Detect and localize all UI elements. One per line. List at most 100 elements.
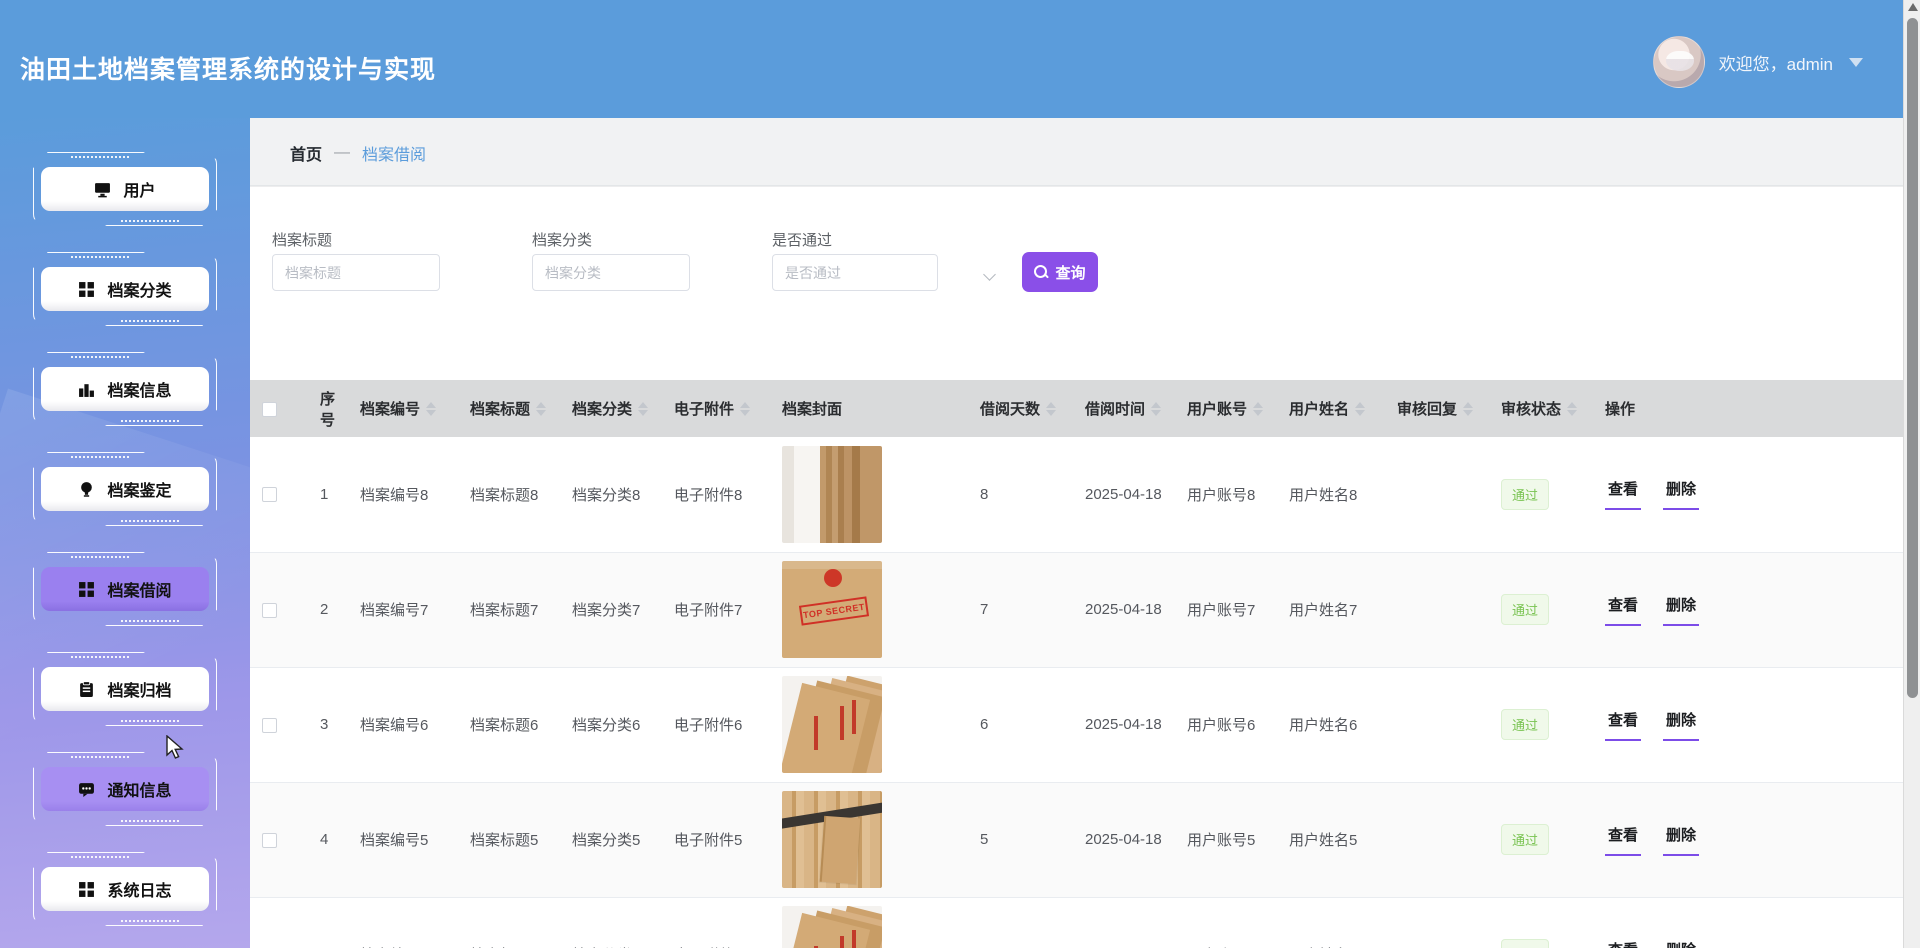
col-header-attachment[interactable]: 电子附件	[662, 380, 770, 437]
select-all-checkbox[interactable]	[262, 402, 277, 417]
archive-cover-image[interactable]	[782, 906, 882, 948]
row-checkbox[interactable]	[262, 718, 277, 733]
table-row: 3 档案编号6 档案标题6 档案分类6 电子附件6 6 2025-04-18 用…	[250, 667, 1903, 782]
cell-date: 2025-04-18	[1073, 437, 1175, 552]
view-link[interactable]: 查看	[1605, 824, 1641, 856]
delete-link[interactable]: 删除	[1663, 939, 1699, 948]
sort-icon[interactable]	[1046, 402, 1056, 416]
sidebar-item-archive-filing[interactable]: 档案归档	[33, 652, 217, 726]
welcome-text: 欢迎您，admin	[1719, 50, 1833, 75]
view-link[interactable]: 查看	[1605, 478, 1641, 510]
sort-icon[interactable]	[536, 402, 546, 416]
archive-category-input[interactable]	[532, 254, 690, 291]
main-content: 首页 — 档案借阅 档案标题 档案分类 是否通过 查询 删除 审核 借阅统计	[250, 118, 1903, 948]
delete-link[interactable]: 删除	[1663, 709, 1699, 741]
view-link[interactable]: 查看	[1605, 709, 1641, 741]
view-link[interactable]: 查看	[1605, 594, 1641, 626]
cell-index: 4	[308, 782, 348, 897]
user-avatar[interactable]	[1653, 36, 1705, 88]
col-header-category[interactable]: 档案分类	[560, 380, 662, 437]
cell-code: 档案编号7	[348, 552, 458, 667]
scroll-up-icon[interactable]	[1908, 3, 1918, 11]
sort-icon[interactable]	[1355, 402, 1365, 416]
grid-icon	[78, 281, 95, 298]
status-badge: 通过	[1501, 824, 1549, 855]
cell-username: 用户姓名7	[1277, 552, 1385, 667]
sort-icon[interactable]	[740, 402, 750, 416]
view-link[interactable]: 查看	[1605, 939, 1641, 948]
page-scrollbar[interactable]	[1903, 0, 1920, 948]
cell-reply	[1385, 552, 1489, 667]
delete-link[interactable]: 删除	[1663, 824, 1699, 856]
archive-cover-image[interactable]	[782, 676, 882, 773]
cell-account: 用户账号6	[1175, 667, 1277, 782]
col-header-reply[interactable]: 审核回复	[1385, 380, 1489, 437]
search-button[interactable]: 查询	[1022, 252, 1098, 292]
delete-link[interactable]: 删除	[1663, 478, 1699, 510]
archive-title-input[interactable]	[272, 254, 440, 291]
col-header-date[interactable]: 借阅时间	[1073, 380, 1175, 437]
archive-cover-image[interactable]	[782, 791, 882, 888]
cell-account: 用户账号7	[1175, 552, 1277, 667]
cell-account: 用户账号8	[1175, 437, 1277, 552]
user-menu[interactable]: 欢迎您，admin	[1653, 36, 1863, 88]
col-header-code[interactable]: 档案编号	[348, 380, 458, 437]
cell-account: 用户账号5	[1175, 782, 1277, 897]
sidebar-item-label: 通知信息	[107, 777, 171, 801]
sidebar-item-label: 用户	[123, 177, 155, 201]
sort-icon[interactable]	[1253, 402, 1263, 416]
cell-title: 档案标题6	[458, 667, 560, 782]
sidebar-item-archive-borrow[interactable]: 档案借阅	[33, 552, 217, 626]
chevron-down-icon[interactable]	[1849, 58, 1863, 67]
row-checkbox[interactable]	[262, 487, 277, 502]
cell-attachment: 电子附件7	[662, 552, 770, 667]
col-header-status[interactable]: 审核状态	[1489, 380, 1593, 437]
col-header-title[interactable]: 档案标题	[458, 380, 560, 437]
cell-username: 用户姓名8	[1277, 437, 1385, 552]
sidebar-item-system-logs[interactable]: 系统日志	[33, 852, 217, 926]
delete-link[interactable]: 删除	[1663, 594, 1699, 626]
cell-index: 5	[308, 897, 348, 948]
col-header-username[interactable]: 用户姓名	[1277, 380, 1385, 437]
col-header-days[interactable]: 借阅天数	[968, 380, 1073, 437]
sidebar-item-notifications[interactable]: 通知信息	[33, 752, 217, 826]
row-checkbox[interactable]	[262, 833, 277, 848]
sort-icon[interactable]	[638, 402, 648, 416]
sidebar-item-archive-category[interactable]: 档案分类	[33, 252, 217, 326]
select-chevron-icon[interactable]	[985, 268, 997, 280]
cell-date: 2025-04-18	[1073, 552, 1175, 667]
nav-dash-decoration	[121, 620, 179, 622]
cell-days: 7	[968, 552, 1073, 667]
nav-dash-decoration	[71, 156, 129, 158]
sidebar-item-label: 档案信息	[107, 377, 171, 401]
filter-label-archive-title: 档案标题	[272, 229, 332, 250]
nav-dash-decoration	[71, 756, 129, 758]
lightbulb-icon	[78, 481, 95, 498]
nav-dash-decoration	[121, 920, 179, 922]
sort-icon[interactable]	[1151, 402, 1161, 416]
row-checkbox[interactable]	[262, 603, 277, 618]
sort-icon[interactable]	[1463, 402, 1473, 416]
nav-dash-decoration	[121, 320, 179, 322]
scrollbar-thumb[interactable]	[1907, 18, 1918, 698]
status-badge: 通过	[1501, 594, 1549, 625]
cell-code: 档案编号6	[348, 667, 458, 782]
table-row: 5 档案编号4 档案标题4 档案分类4 电子附件4 4 2025-04-18 用…	[250, 897, 1903, 948]
approved-select[interactable]	[772, 254, 938, 291]
cell-days: 8	[968, 437, 1073, 552]
monitor-icon	[94, 181, 111, 198]
breadcrumb-current[interactable]: 档案借阅	[362, 141, 426, 165]
cell-reply	[1385, 667, 1489, 782]
sidebar-item-archive-info[interactable]: 档案信息	[33, 352, 217, 426]
sidebar-item-users[interactable]: 用户	[33, 152, 217, 226]
breadcrumb-home[interactable]: 首页	[290, 141, 322, 165]
cell-index: 2	[308, 552, 348, 667]
sort-icon[interactable]	[426, 402, 436, 416]
cell-attachment: 电子附件5	[662, 782, 770, 897]
sort-icon[interactable]	[1567, 402, 1577, 416]
sidebar-item-archive-appraisal[interactable]: 档案鉴定	[33, 452, 217, 526]
archive-cover-image[interactable]	[782, 446, 882, 543]
col-header-account[interactable]: 用户账号	[1175, 380, 1277, 437]
nav-dash-decoration	[71, 456, 129, 458]
archive-cover-image[interactable]	[782, 561, 882, 658]
